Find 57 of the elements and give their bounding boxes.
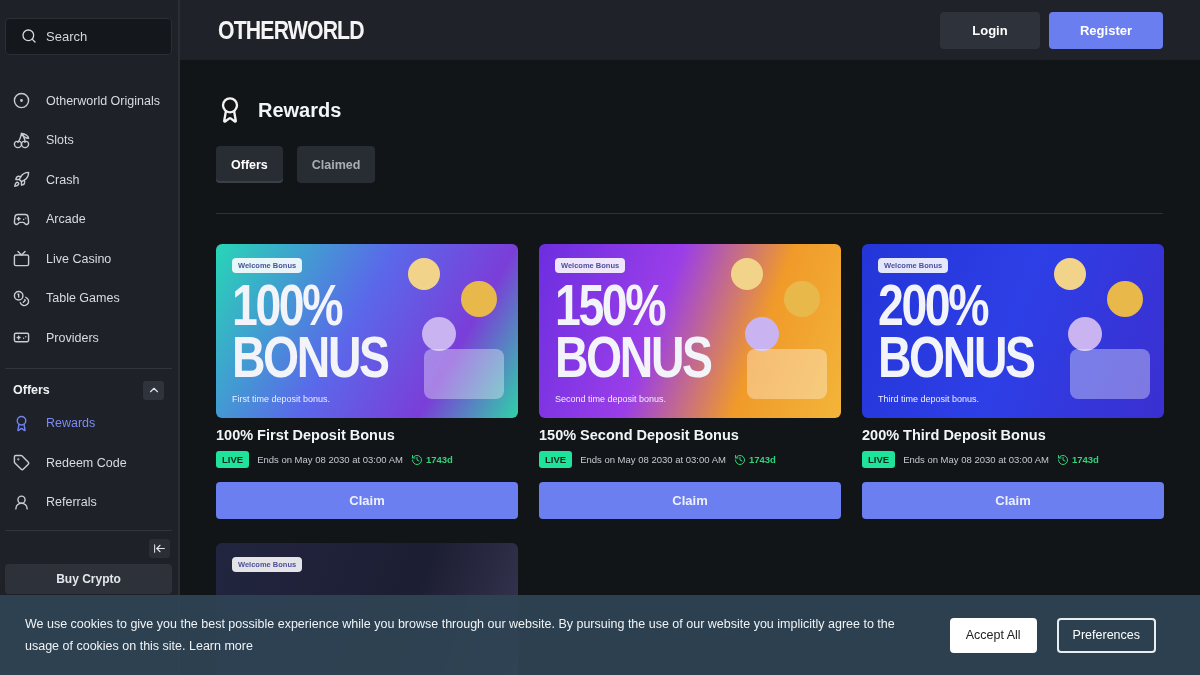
banner-headline: 200% (878, 279, 988, 331)
tab[interactable]: Claimed (296, 146, 376, 183)
tag-icon (13, 454, 30, 472)
offer-title: 200% Third Deposit Bonus (862, 427, 1047, 443)
time-remaining: 1743d (1056, 453, 1099, 466)
section-title: Offers (13, 383, 50, 397)
status-badge: LIVE (862, 451, 896, 468)
sidebar-item[interactable]: Live Casino (5, 239, 172, 279)
arrow-left-icon (153, 542, 166, 555)
collapse-toggle[interactable] (143, 380, 164, 400)
sidebar-item[interactable]: Crash (5, 160, 172, 200)
history-icon (733, 453, 746, 466)
banner-headline: 100% (232, 279, 342, 331)
logo[interactable]: OTHERWORLD (218, 15, 364, 45)
buy-crypto-button[interactable]: Buy Crypto (5, 564, 172, 594)
offer-title: 100% First Deposit Bonus (216, 427, 396, 443)
cherry-icon (13, 131, 30, 149)
sidebar-item[interactable]: Providers (5, 318, 172, 358)
banner-caption: First time deposit bonus. (232, 394, 332, 404)
search-field[interactable]: Search (5, 18, 172, 55)
tab[interactable]: Offers (216, 146, 283, 183)
page-title: Rewards (258, 98, 342, 122)
status-badge: LIVE (216, 451, 250, 468)
sidebar-item[interactable]: Table Games (5, 278, 172, 318)
sidebar-item[interactable]: Redeem Code (5, 443, 172, 483)
sidebar-item[interactable]: Otherworld Originals (5, 81, 172, 121)
sidebar-item[interactable]: Referrals (5, 482, 172, 522)
time-remaining: 1743d (410, 453, 453, 466)
sidebar-item[interactable]: Rewards (5, 403, 172, 443)
cookie-message: We use cookies to give you the best possible experience while you browse through our website. By pursuing the use of our website you implicitly agree to the usage of cookies on this site. Learn more (25, 616, 896, 655)
rocket-icon (13, 171, 30, 189)
time-remaining: 1743d (733, 453, 776, 466)
banner-headline: BONUS (878, 331, 1034, 383)
status-badge: LIVE (539, 451, 573, 468)
register-button[interactable]: Register (1049, 11, 1163, 49)
login-button[interactable]: Login (940, 11, 1040, 49)
banner-headline: 150% (555, 279, 665, 331)
offer-title: 150% Second Deposit Bonus (539, 427, 740, 443)
history-icon (1056, 453, 1069, 466)
banner-caption: Third time deposit bonus. (878, 394, 981, 404)
banner-caption: Second time deposit bonus. (555, 394, 668, 404)
end-date: Ends on May 08 2030 at 03:00 AM (580, 454, 726, 465)
history-icon (410, 453, 423, 466)
learn-more-link[interactable]: Learn more (189, 639, 253, 653)
preferences-button[interactable]: Preferences (1056, 617, 1156, 653)
end-date: Ends on May 08 2030 at 03:00 AM (903, 454, 1049, 465)
user-icon (13, 493, 30, 511)
coins-icon (13, 289, 30, 307)
sidebar-item[interactable]: Arcade (5, 199, 172, 239)
collapse-sidebar-button[interactable] (149, 539, 170, 558)
end-date: Ends on May 08 2030 at 03:00 AM (257, 454, 403, 465)
sidebar-item[interactable]: Slots (5, 120, 172, 160)
target-icon (13, 92, 30, 110)
accept-button[interactable]: Accept All (949, 617, 1037, 653)
tv-icon (13, 250, 30, 268)
search-icon (21, 28, 37, 44)
banner-headline: BONUS (232, 331, 388, 383)
